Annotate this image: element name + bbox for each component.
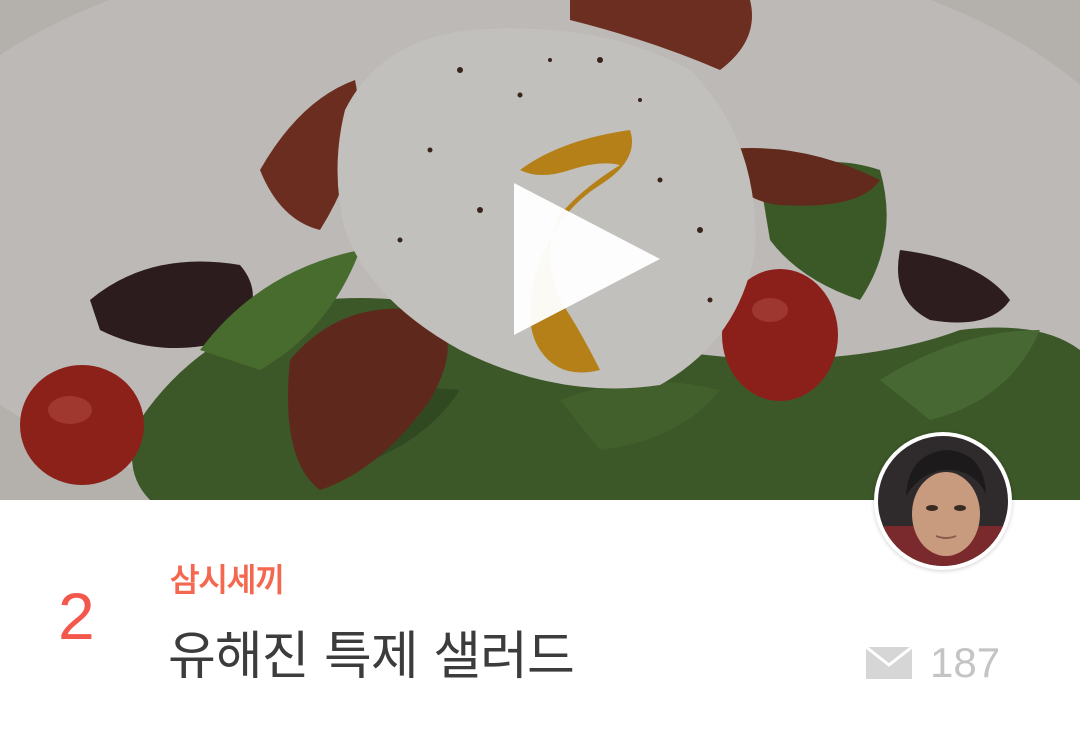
category-label[interactable]: 삼시세끼 — [170, 558, 285, 602]
play-icon[interactable] — [514, 183, 660, 335]
avatar-photo — [878, 436, 1008, 566]
envelope-icon — [866, 647, 912, 679]
video-thumbnail[interactable] — [0, 0, 1080, 500]
rank-number: 2 — [58, 579, 95, 653]
message-stat: 187 — [866, 638, 1000, 688]
video-title[interactable]: 유해진 특제 샐러드 — [168, 622, 575, 692]
video-card[interactable]: 2 삼시세끼 유해진 특제 샐러드 187 — [0, 0, 1080, 749]
user-avatar[interactable] — [874, 432, 1012, 570]
message-count: 187 — [930, 639, 1001, 686]
